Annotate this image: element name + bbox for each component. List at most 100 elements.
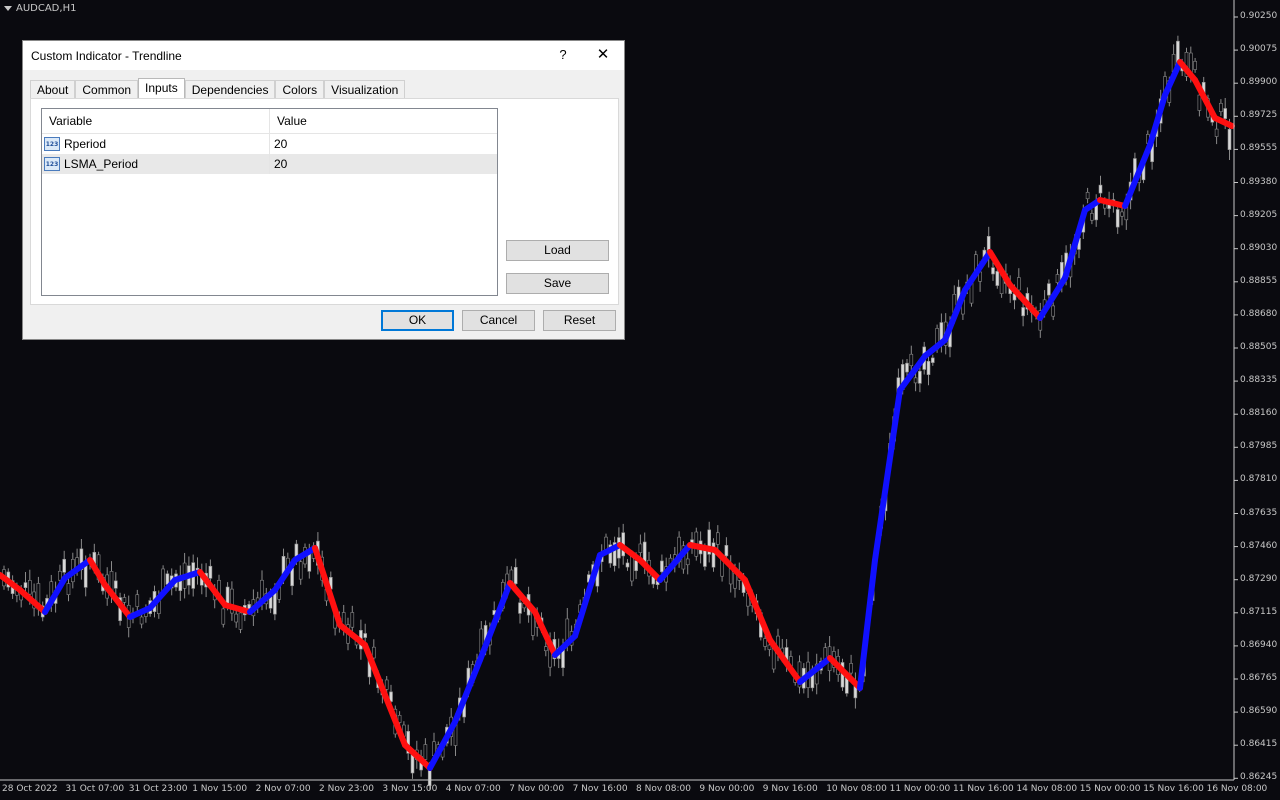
price-tick-label: 0.87290 — [1240, 573, 1278, 584]
price-tick-label: 0.88855 — [1240, 275, 1278, 286]
candle-body — [660, 560, 664, 573]
candle-body — [565, 618, 570, 641]
price-tick-label: 0.87460 — [1240, 540, 1278, 551]
price-tick-label: 0.87115 — [1240, 606, 1278, 617]
candle-body — [1103, 203, 1107, 209]
time-tick-label: 31 Oct 23:00 — [128, 784, 188, 794]
price-tick-label: 0.89555 — [1240, 143, 1278, 154]
candle-body — [350, 612, 355, 628]
candle-body — [733, 572, 737, 589]
price-tick-label: 0.88680 — [1240, 308, 1278, 319]
candle-body — [724, 545, 729, 557]
price-tick-label: 0.90075 — [1240, 44, 1278, 55]
candle-body — [909, 353, 914, 367]
table-row[interactable]: 123 LSMA_Period 20 — [42, 154, 497, 174]
tab-dependencies[interactable]: Dependencies — [184, 80, 276, 99]
custom-indicator-dialog: Custom Indicator - Trendline ? ✕ About C… — [22, 40, 625, 340]
tab-common[interactable]: Common — [75, 80, 139, 99]
candle-body — [298, 561, 303, 580]
help-button[interactable]: ? — [553, 47, 573, 62]
candle-body — [991, 267, 995, 275]
time-tick-label: 7 Nov 00:00 — [509, 784, 565, 794]
column-header-value[interactable]: Value — [270, 109, 307, 133]
candle-body — [135, 594, 140, 607]
candle-body — [625, 562, 630, 568]
time-tick-label: 11 Nov 16:00 — [953, 784, 1014, 794]
price-tick-label: 0.89030 — [1240, 242, 1278, 253]
candle-body — [114, 580, 118, 589]
price-tick-label: 0.89900 — [1240, 77, 1278, 88]
number-type-icon: 123 — [44, 137, 60, 151]
price-tick-label: 0.88335 — [1240, 375, 1278, 386]
candle-body — [1227, 128, 1232, 150]
candle-body — [1219, 102, 1223, 113]
time-tick-label: 31 Oct 07:00 — [65, 784, 125, 794]
candle-body — [685, 558, 690, 566]
price-tick-label: 0.86590 — [1240, 706, 1278, 717]
price-tick-label: 0.89725 — [1240, 110, 1278, 121]
candle-body — [930, 357, 935, 363]
tab-colors[interactable]: Colors — [275, 80, 325, 99]
tab-visualization[interactable]: Visualization — [324, 80, 406, 99]
ok-button[interactable]: OK — [381, 310, 454, 331]
candle-body — [1016, 277, 1021, 291]
candle-body — [221, 608, 226, 625]
candle-body — [1193, 60, 1197, 70]
time-tick-label: 15 Nov 00:00 — [1079, 784, 1141, 794]
candle-body — [918, 370, 922, 384]
tab-inputs[interactable]: Inputs — [138, 78, 185, 100]
variable-value[interactable]: 20 — [270, 137, 287, 151]
column-header-variable[interactable]: Variable — [42, 109, 270, 133]
candle-body — [66, 583, 71, 596]
time-tick-label: 16 Nov 08:00 — [1206, 784, 1268, 794]
candle-body — [638, 543, 643, 553]
time-tick-label: 7 Nov 16:00 — [572, 784, 628, 794]
candle-body — [1021, 307, 1025, 317]
candle-body — [23, 582, 28, 588]
candle-body — [1098, 184, 1103, 194]
candle-body — [384, 679, 389, 690]
candle-body — [629, 555, 634, 582]
candle-body — [62, 558, 67, 573]
save-button[interactable]: Save — [506, 273, 609, 294]
price-tick-label: 0.86415 — [1240, 739, 1278, 750]
time-tick-label: 1 Nov 15:00 — [192, 784, 248, 794]
load-button[interactable]: Load — [506, 240, 609, 261]
table-row[interactable]: 123 Rperiod 20 — [42, 134, 497, 154]
inputs-panel: Variable Value 123 Rperiod 20 123 LSMA_Per… — [30, 98, 619, 305]
candle-body — [27, 580, 32, 595]
candle-body — [905, 362, 909, 373]
time-tick-label: 9 Nov 16:00 — [762, 784, 818, 794]
time-tick-label: 15 Nov 16:00 — [1143, 784, 1204, 794]
chart-symbol-label[interactable]: AUDCAD,H1 — [4, 3, 76, 14]
candle-body — [234, 613, 238, 623]
price-tick-label: 0.87985 — [1240, 441, 1278, 452]
reset-button[interactable]: Reset — [543, 310, 616, 331]
candle-body — [1090, 213, 1094, 221]
candle-body — [513, 566, 518, 584]
table-header: Variable Value — [42, 109, 497, 134]
candle-body — [83, 564, 88, 588]
time-tick-label: 2 Nov 07:00 — [255, 784, 311, 794]
cancel-button[interactable]: Cancel — [462, 310, 535, 331]
time-tick-label: 4 Nov 07:00 — [445, 784, 501, 794]
price-tick-label: 0.87810 — [1240, 474, 1278, 485]
price-tick-label: 0.87635 — [1240, 507, 1278, 518]
candle-body — [518, 602, 522, 614]
candle-body — [543, 646, 548, 652]
time-tick-label: 14 Nov 08:00 — [1016, 784, 1078, 794]
tab-about[interactable]: About — [30, 80, 76, 99]
price-tick-label: 0.90250 — [1240, 11, 1278, 21]
candle-body — [1055, 274, 1060, 283]
price-tick-label: 0.88505 — [1240, 342, 1278, 352]
inputs-table: Variable Value 123 Rperiod 20 123 LSMA_Per… — [41, 108, 498, 296]
dialog-titlebar[interactable]: Custom Indicator - Trendline ? ✕ — [23, 41, 624, 70]
dropdown-arrow-icon — [4, 5, 12, 11]
variable-name: Rperiod — [64, 137, 107, 151]
number-type-icon: 123 — [44, 157, 60, 171]
variable-value[interactable]: 20 — [270, 157, 287, 171]
time-tick-label: 10 Nov 08:00 — [826, 784, 887, 794]
candle-body — [1214, 128, 1219, 137]
close-icon[interactable]: ✕ — [589, 45, 617, 65]
time-tick-label: 11 Nov 00:00 — [889, 784, 951, 794]
